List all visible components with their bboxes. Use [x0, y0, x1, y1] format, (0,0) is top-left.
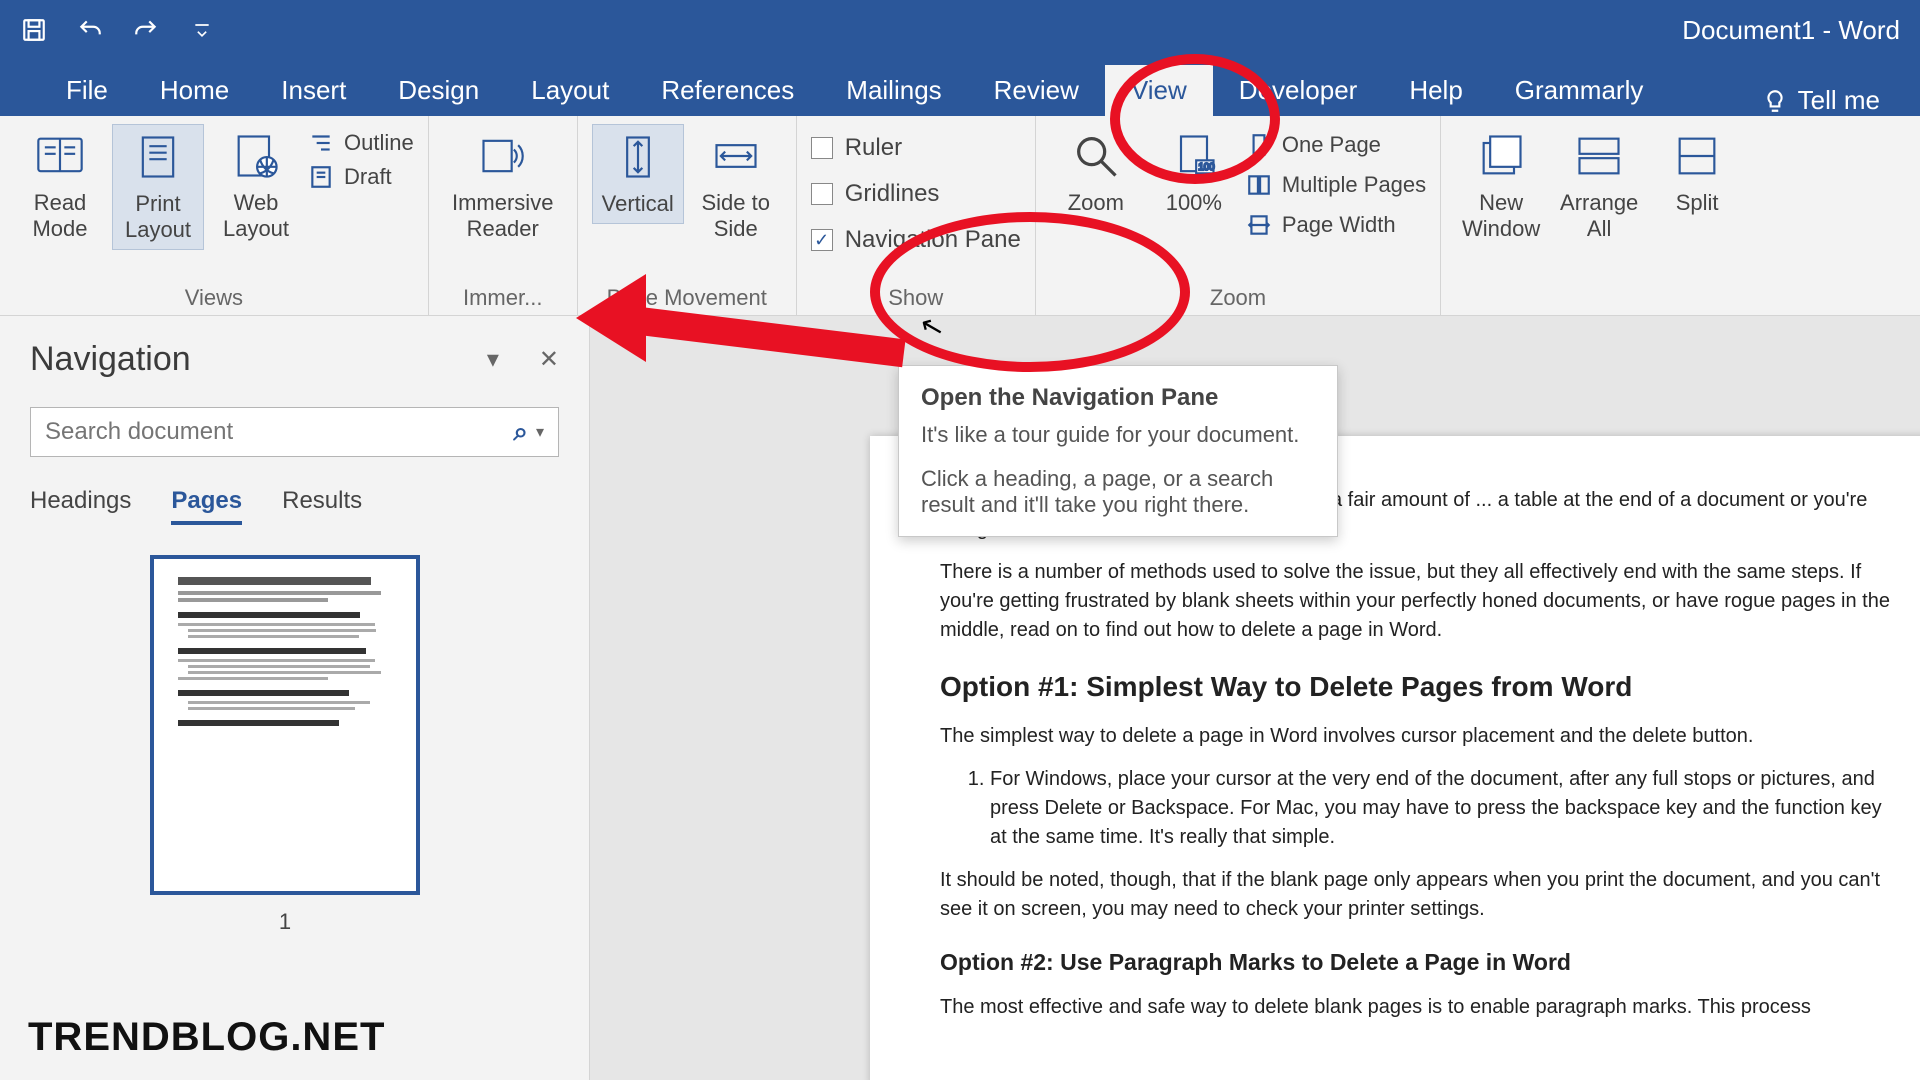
group-show: Ruler Gridlines ✓Navigation Pane Show [797, 116, 1036, 315]
svg-text:100: 100 [1198, 162, 1215, 173]
immersive-reader-icon [477, 130, 529, 182]
tab-layout[interactable]: Layout [505, 65, 635, 116]
outline-icon [308, 130, 334, 156]
title-bar: Document1 - Word [0, 0, 1920, 60]
one-page-icon [1246, 132, 1272, 158]
tab-design[interactable]: Design [372, 65, 505, 116]
group-label-views: Views [14, 281, 414, 311]
tab-mailings[interactable]: Mailings [820, 65, 967, 116]
group-label-zoom: Zoom [1050, 281, 1426, 311]
search-dropdown-icon[interactable]: ▾ [536, 422, 544, 442]
gridlines-checkbox[interactable]: Gridlines [811, 180, 1021, 208]
doc-text: There is a number of methods used to sol… [940, 558, 1900, 645]
web-layout-button[interactable]: Web Layout [210, 124, 302, 248]
new-window-button[interactable]: New Window [1455, 124, 1547, 248]
print-layout-icon [132, 131, 184, 183]
tooltip: Open the Navigation Pane It's like a tou… [898, 365, 1338, 537]
side-to-side-button[interactable]: Side to Side [690, 124, 782, 248]
lightbulb-icon [1762, 88, 1788, 114]
navigation-search[interactable]: ⌕ ▾ [30, 407, 559, 457]
doc-heading: Option #1: Simplest Way to Delete Pages … [940, 667, 1900, 708]
group-label-page-movement: Page Movement [592, 281, 782, 311]
zoom-button[interactable]: Zoom [1050, 124, 1142, 222]
tell-me-label: Tell me [1798, 85, 1880, 116]
split-button[interactable]: Split [1651, 124, 1743, 222]
group-label-window [1455, 281, 1743, 311]
save-icon[interactable] [20, 16, 48, 44]
customize-qat-icon[interactable] [188, 16, 216, 44]
quick-access-toolbar [20, 16, 216, 44]
group-label-show: Show [811, 281, 1021, 311]
group-page-movement: Vertical Side to Side Page Movement [578, 116, 797, 315]
tab-review[interactable]: Review [968, 65, 1105, 116]
group-label-immersive: Immer... [443, 281, 563, 311]
ribbon-tabs: File Home Insert Design Layout Reference… [0, 60, 1920, 116]
page-width-button[interactable]: Page Width [1246, 212, 1426, 238]
navigation-pane-checkbox[interactable]: ✓Navigation Pane [811, 226, 1021, 254]
page-thumbnail[interactable] [150, 555, 420, 895]
new-window-icon [1475, 130, 1527, 182]
ruler-checkbox[interactable]: Ruler [811, 134, 1021, 162]
doc-list-item: For Windows, place your cursor at the ve… [990, 765, 1900, 852]
ribbon: Read Mode Print Layout Web Layout Outlin… [0, 116, 1920, 316]
split-icon [1671, 130, 1723, 182]
watermark: TRENDBLOG.NET [28, 1015, 385, 1060]
navigation-title: Navigation [30, 340, 191, 379]
nav-tab-pages[interactable]: Pages [171, 487, 242, 525]
group-views: Read Mode Print Layout Web Layout Outlin… [0, 116, 429, 315]
navigation-close-icon[interactable]: ✕ [539, 345, 559, 374]
group-window: New Window Arrange All Split [1441, 116, 1757, 315]
group-immersive: Immersive Reader Immer... [429, 116, 578, 315]
tell-me[interactable]: Tell me [1762, 85, 1880, 116]
nav-tab-headings[interactable]: Headings [30, 487, 131, 525]
tab-references[interactable]: References [635, 65, 820, 116]
document-title: Document1 - Word [1682, 15, 1900, 46]
doc-text: The most effective and safe way to delet… [940, 993, 1900, 1022]
immersive-reader-button[interactable]: Immersive Reader [443, 124, 563, 248]
navigation-pane: Navigation ▾ ✕ ⌕ ▾ Headings Pages Result… [0, 316, 590, 1080]
multiple-pages-icon [1246, 172, 1272, 198]
tab-developer[interactable]: Developer [1213, 65, 1384, 116]
redo-icon[interactable] [132, 16, 160, 44]
tooltip-title: Open the Navigation Pane [921, 384, 1315, 412]
arrange-all-button[interactable]: Arrange All [1553, 124, 1645, 248]
vertical-button[interactable]: Vertical [592, 124, 684, 224]
outline-button[interactable]: Outline [308, 130, 414, 156]
navigation-dropdown-icon[interactable]: ▾ [487, 345, 499, 374]
tab-help[interactable]: Help [1383, 65, 1488, 116]
draft-button[interactable]: Draft [308, 164, 414, 190]
zoom-icon [1070, 130, 1122, 182]
doc-heading: Option #2: Use Paragraph Marks to Delete… [940, 946, 1900, 979]
web-layout-icon [230, 130, 282, 182]
read-mode-button[interactable]: Read Mode [14, 124, 106, 248]
tab-insert[interactable]: Insert [255, 65, 372, 116]
multiple-pages-button[interactable]: Multiple Pages [1246, 172, 1426, 198]
search-icon[interactable]: ⌕ [513, 416, 528, 448]
tooltip-text: It's like a tour guide for your document… [921, 422, 1315, 448]
read-mode-icon [34, 130, 86, 182]
draft-icon [308, 164, 334, 190]
zoom-100-button[interactable]: 100 100% [1148, 124, 1240, 222]
arrange-all-icon [1573, 130, 1625, 182]
side-to-side-icon [710, 130, 762, 182]
page-width-icon [1246, 212, 1272, 238]
page-100-icon: 100 [1168, 130, 1220, 182]
one-page-button[interactable]: One Page [1246, 132, 1426, 158]
doc-text: The simplest way to delete a page in Wor… [940, 722, 1900, 751]
thumbnail-label: 1 [150, 909, 420, 935]
tooltip-text: Click a heading, a page, or a search res… [921, 466, 1315, 518]
nav-tab-results[interactable]: Results [282, 487, 362, 525]
undo-icon[interactable] [76, 16, 104, 44]
print-layout-button[interactable]: Print Layout [112, 124, 204, 250]
tab-file[interactable]: File [40, 65, 134, 116]
tab-home[interactable]: Home [134, 65, 255, 116]
search-input[interactable] [45, 418, 513, 446]
tab-view[interactable]: View [1105, 65, 1213, 116]
doc-text: It should be noted, though, that if the … [940, 866, 1900, 924]
tab-grammarly[interactable]: Grammarly [1489, 65, 1670, 116]
group-zoom: Zoom 100 100% One Page Multiple Pages Pa… [1036, 116, 1441, 315]
vertical-icon [612, 131, 664, 183]
